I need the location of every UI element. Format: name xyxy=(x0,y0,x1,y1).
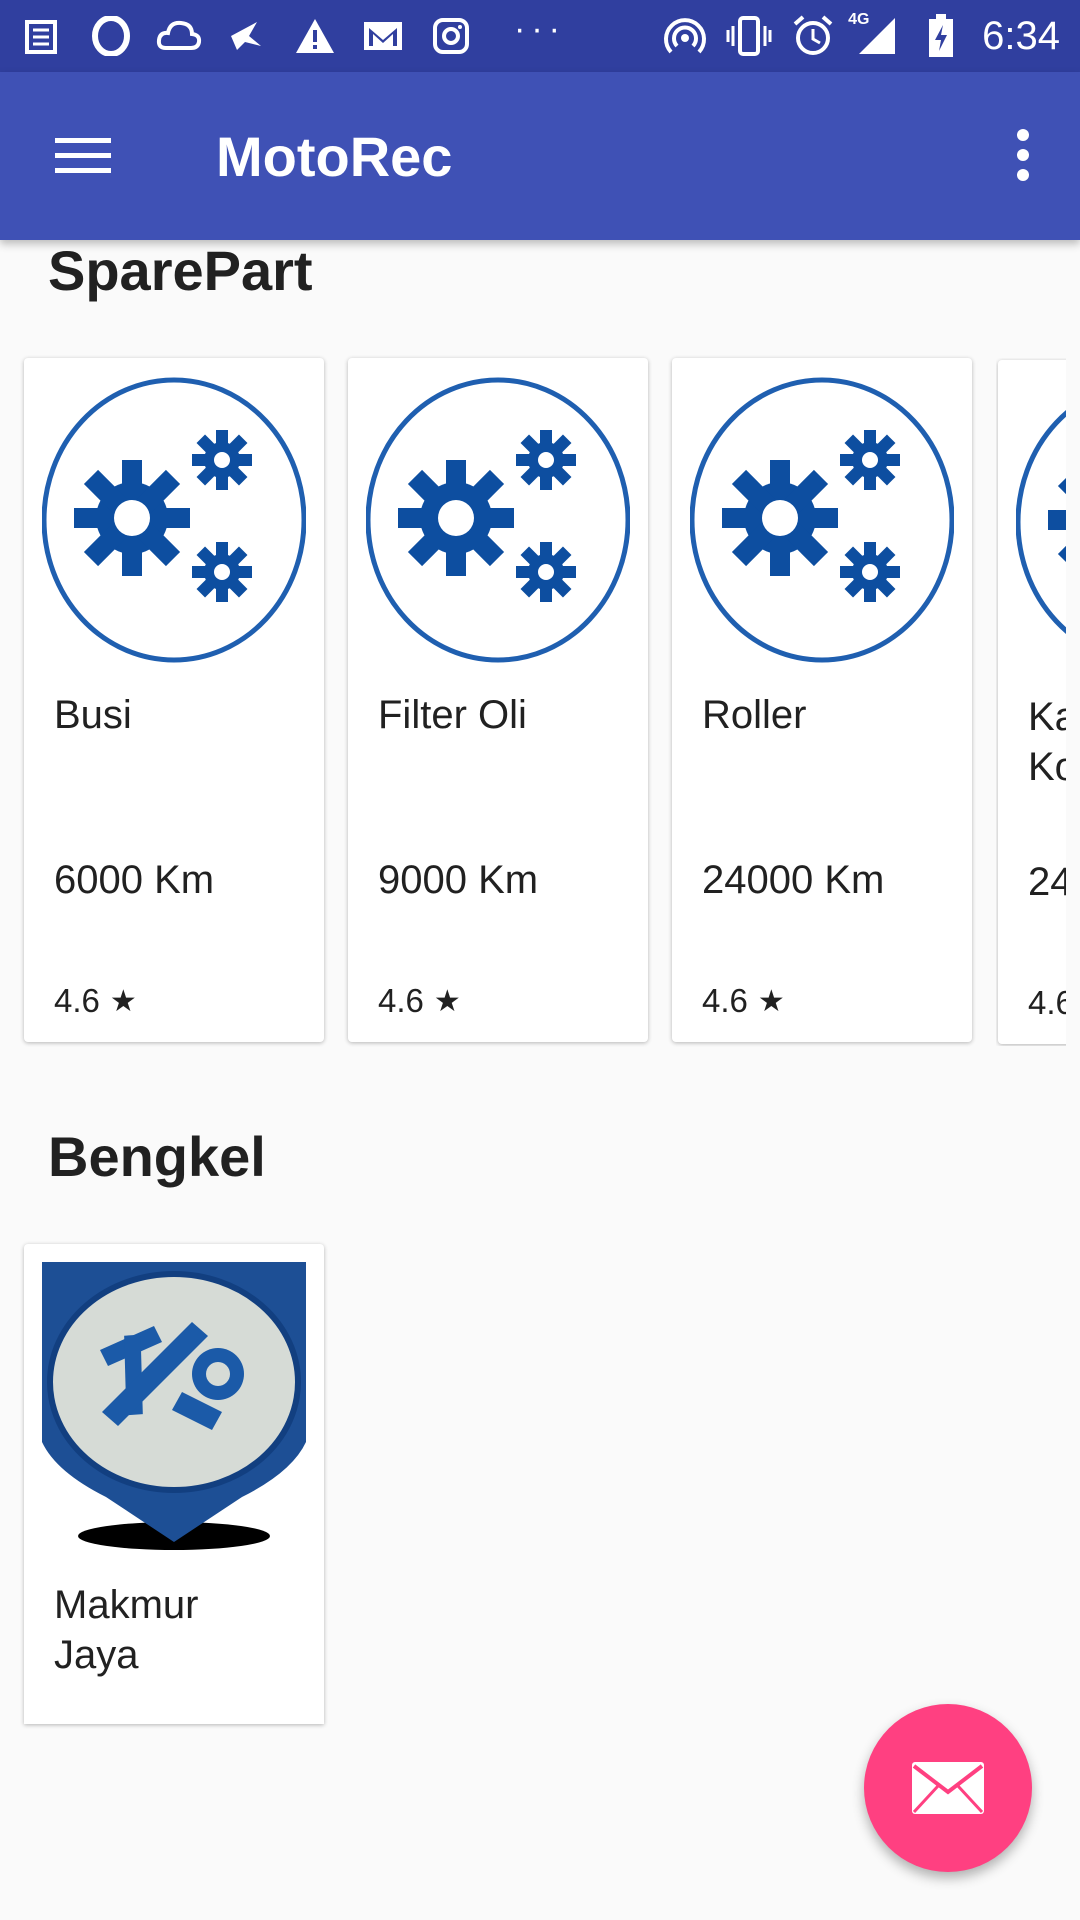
rating-value: 4.6 xyxy=(1028,984,1066,1021)
sparepart-distance: 24000 Km xyxy=(1028,860,1066,904)
vibrate-icon xyxy=(726,13,772,59)
bengkel-section-title: Bengkel xyxy=(48,1125,266,1188)
clock: 6:34 xyxy=(982,13,1060,58)
network-type-label: 4G xyxy=(848,11,870,28)
sparepart-distance: 9000 Km xyxy=(378,858,539,902)
star-icon: ★ xyxy=(757,984,785,1018)
sparepart-distance: 24000 Km xyxy=(702,858,885,902)
gears-icon xyxy=(690,377,954,663)
sparepart-list: Busi 6000 Km 4.6 ★ Filter Oli 9000 Km 4.… xyxy=(24,358,1066,1046)
news-icon xyxy=(20,13,66,59)
opera-icon xyxy=(88,13,134,59)
workshop-pin-icon xyxy=(42,1262,306,1550)
warning-icon xyxy=(292,13,338,59)
hamburger-icon[interactable] xyxy=(40,116,126,196)
battery-charging-icon xyxy=(918,13,964,59)
rating-value: 4.6 xyxy=(54,982,100,1019)
alarm-icon xyxy=(790,13,836,59)
bengkel-name: Makmur Jaya xyxy=(54,1583,199,1677)
sparepart-card[interactable]: Busi 6000 Km 4.6 ★ xyxy=(24,358,324,1042)
bengkel-card[interactable]: Makmur Jaya xyxy=(24,1244,324,1724)
sparepart-rating: 4.6 ★ xyxy=(702,982,785,1020)
gears-icon xyxy=(1016,410,1066,634)
signal-icon: 4G xyxy=(848,11,900,59)
mail-icon xyxy=(912,1762,984,1814)
gears-icon xyxy=(366,377,630,663)
sparepart-distance: 6000 Km xyxy=(54,858,215,902)
app-bar: MotoRec xyxy=(0,72,1080,240)
sparepart-name: Kampas Kopling xyxy=(1028,695,1066,789)
sparepart-section-title: SparePart xyxy=(48,239,313,302)
sparepart-card[interactable]: Kampas Kopling 24000 Km 4.6 ★ xyxy=(998,360,1066,1044)
sparepart-card-clip: Kampas Kopling 24000 Km 4.6 ★ xyxy=(996,358,1066,1046)
bird-icon xyxy=(224,13,270,59)
gmail-icon xyxy=(360,13,406,59)
more-vertical-icon[interactable] xyxy=(988,112,1058,198)
gears-icon xyxy=(42,377,306,663)
sparepart-card[interactable]: Filter Oli 9000 Km 4.6 ★ xyxy=(348,358,648,1042)
instagram-icon xyxy=(428,13,474,59)
star-icon: ★ xyxy=(433,984,461,1018)
sparepart-name: Filter Oli xyxy=(378,693,527,737)
rating-value: 4.6 xyxy=(702,982,748,1019)
sparepart-rating: 4.6 ★ xyxy=(1028,984,1066,1022)
sparepart-rating: 4.6 ★ xyxy=(54,982,137,1020)
hotspot-icon xyxy=(662,13,708,59)
sparepart-name: Roller xyxy=(702,693,807,737)
rating-value: 4.6 xyxy=(378,982,424,1019)
overflow-notifications-icon: ··· xyxy=(514,9,566,48)
mail-fab-button[interactable] xyxy=(864,1704,1032,1872)
sparepart-name: Busi xyxy=(54,693,132,737)
cloud-icon xyxy=(156,13,202,59)
sparepart-rating: 4.6 ★ xyxy=(378,982,461,1020)
status-bar: ··· 4G 6:34 xyxy=(0,0,1080,72)
sparepart-card[interactable]: Roller 24000 Km 4.6 ★ xyxy=(672,358,972,1042)
star-icon: ★ xyxy=(109,984,137,1018)
app-title: MotoRec xyxy=(216,125,453,188)
